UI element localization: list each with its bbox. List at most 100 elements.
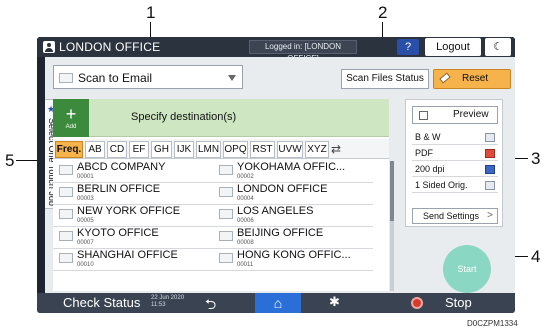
tab-opq[interactable]: OPQ [223,141,248,158]
callout-2: 2 [378,3,388,22]
top-bar: LONDON OFFICE Logged in: [LONDON OFFICE]… [37,37,515,63]
login-status: Logged in: [LONDON OFFICE] [249,40,357,63]
resolution-label: 200 dpi [415,164,445,174]
office-title: LONDON OFFICE [59,40,161,54]
specify-destination-bar[interactable]: + Add Specify destination(s) [53,99,389,137]
logout-button[interactable]: Logout [425,38,481,56]
destination-item[interactable]: BEIJING OFFICE 00008 [213,227,373,249]
envelope-icon [59,165,73,175]
send-settings-button[interactable]: Send Settings > [412,208,498,224]
color-mode-setting[interactable]: B & W [412,130,498,145]
envelope-icon [59,73,73,83]
destination-item[interactable]: BERLIN OFFICE 00003 [53,183,213,205]
swap-icon[interactable]: ⇄ [327,141,345,158]
scan-mode-select[interactable]: Scan to Email [53,65,243,89]
destination-number: 00001 [77,174,94,180]
tab-rst[interactable]: RST [250,141,275,158]
stop-button[interactable]: Stop [445,295,472,310]
destination-name: YOKOHAMA OFFIC... [237,161,346,173]
tab-gh[interactable]: GH [151,141,172,158]
envelope-icon [219,253,233,263]
date-text: 22 Jun 2020 [151,295,185,301]
eraser-icon [439,72,451,84]
envelope-icon [59,209,73,219]
help-button[interactable]: ? [397,39,419,55]
moon-icon[interactable]: ☾ [485,38,511,56]
destination-number: 00010 [77,262,94,268]
date-time: 22 Jun 2020 11:53 [151,295,184,309]
start-button[interactable]: Start [443,245,491,293]
gear-icon[interactable]: ✱ [329,294,340,310]
destination-number: 00003 [77,196,94,202]
callout-1: 1 [146,3,156,22]
destination-name: BEIJING OFFICE [237,227,324,239]
reset-label: Reset [462,73,489,84]
tab-ab[interactable]: AB [85,141,105,158]
destination-number: 00008 [237,240,254,246]
file-type-setting[interactable]: PDF [412,146,498,161]
check-status-button[interactable]: Check Status [63,295,140,310]
destination-name: HONG KONG OFFIC... [237,249,351,261]
destination-list: ABCD COMPANY 00001 YOKOHAMA OFFIC... 000… [53,161,383,291]
destination-item[interactable]: KYOTO OFFICE 00007 [53,227,213,249]
scan-mode-value: Scan to Email [78,71,153,85]
callout-5: 5 [5,151,15,170]
original-sides-setting[interactable]: 1 Sided Orig. [412,178,498,193]
destination-name: LOS ANGELES [237,205,314,217]
destination-name: SHANGHAI OFFICE [77,249,178,261]
device-screen: LONDON OFFICE Logged in: [LONDON OFFICE]… [37,37,515,313]
destination-item[interactable]: SHANGHAI OFFICE 00010 [53,249,213,271]
destination-name: ABCD COMPANY [77,161,166,173]
chevron-right-icon: > [487,210,493,221]
figure: 1 2 3 4 5 LONDON OFFICE Logged in: [LOND… [0,0,545,333]
destination-number: 00011 [237,262,254,268]
destination-item[interactable]: HONG KONG OFFIC... 00011 [213,249,373,271]
envelope-icon [59,187,73,197]
destination-number: 00005 [77,218,94,224]
tab-xyz[interactable]: XYZ [305,141,329,158]
tab-ijk[interactable]: IJK [174,141,194,158]
destination-number: 00007 [77,240,94,246]
resolution-setting[interactable]: 200 dpi [412,162,498,177]
preview-button[interactable]: Preview [412,106,498,124]
destination-item[interactable]: NEW YORK OFFICE 00005 [53,205,213,227]
send-settings-label: Send Settings [423,211,480,221]
destination-number: 00002 [237,174,254,180]
reset-button[interactable]: Reset [433,69,511,89]
quick-settings-panel: Preview B & W PDF 200 dpi 1 Sided Orig. [405,99,503,227]
specify-destination-text: Specify destination(s) [131,111,237,123]
user-icon [43,41,55,53]
destination-item[interactable]: LOS ANGELES 00006 [213,205,373,227]
destination-name: NEW YORK OFFICE [77,205,181,217]
bw-icon [485,133,495,142]
destination-item[interactable]: ABCD COMPANY 00001 [53,161,213,183]
callout-4: 4 [531,247,541,266]
envelope-icon [59,231,73,241]
tab-freq[interactable]: Freq. [55,141,83,158]
preview-checkbox [419,111,428,120]
envelope-icon [219,209,233,219]
envelope-icon [59,253,73,263]
address-book-tabs: Freq. AB CD EF GH IJK LMN OPQ RST UVW XY… [53,139,389,159]
scan-files-status-button[interactable]: Scan Files Status [341,69,429,89]
destination-list-scrollbar[interactable] [390,161,394,291]
callout-3: 3 [531,149,541,168]
home-icon[interactable]: ⌂ [255,293,301,313]
tab-uvw[interactable]: UVW [277,141,303,158]
destination-area: + Add Specify destination(s) Freq. AB CD… [53,99,394,291]
tab-lmn[interactable]: LMN [196,141,221,158]
stop-icon[interactable] [411,297,423,309]
envelope-icon [219,165,233,175]
back-arrow-icon[interactable]: ⮌ [205,294,216,313]
chevron-down-icon [228,75,236,81]
tab-cd[interactable]: CD [107,141,127,158]
add-destination-button[interactable]: + Add [53,99,89,137]
destination-item[interactable]: YOKOHAMA OFFIC... 00002 [213,161,373,183]
time-text: 11:53 [151,302,166,308]
destination-name: LONDON OFFICE [237,183,328,195]
tab-ef[interactable]: EF [129,141,149,158]
envelope-icon [219,231,233,241]
destination-number: 00006 [237,218,254,224]
destination-item[interactable]: LONDON OFFICE 00004 [213,183,373,205]
one-sided-icon [485,181,495,190]
